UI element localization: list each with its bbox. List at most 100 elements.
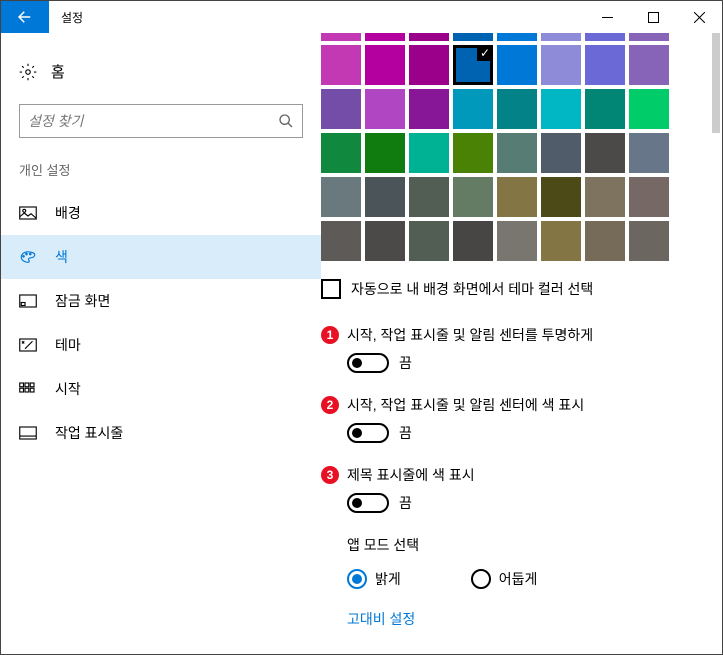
- color-swatch[interactable]: [541, 221, 581, 261]
- color-swatch[interactable]: [365, 133, 405, 173]
- sidebar-item-start[interactable]: 시작: [1, 367, 321, 411]
- titlebar: 설정: [1, 1, 722, 33]
- color-swatch[interactable]: [585, 221, 625, 261]
- color-swatch[interactable]: [453, 33, 493, 41]
- sidebar-item-label: 시작: [55, 379, 81, 399]
- home-nav[interactable]: 홈: [1, 53, 321, 90]
- search-field[interactable]: [28, 113, 278, 129]
- home-label: 홈: [51, 61, 65, 82]
- color-swatch[interactable]: [453, 177, 493, 217]
- color-swatch[interactable]: [409, 89, 449, 129]
- sidebar-item-themes[interactable]: 테마: [1, 323, 321, 367]
- color-swatch[interactable]: [365, 221, 405, 261]
- color-swatch[interactable]: [497, 133, 537, 173]
- taskbar-icon: [19, 426, 37, 440]
- sidebar-item-label: 배경: [55, 203, 81, 223]
- color-swatch[interactable]: [541, 89, 581, 129]
- color-swatch[interactable]: [409, 177, 449, 217]
- color-swatch[interactable]: [321, 177, 361, 217]
- color-swatch[interactable]: [585, 133, 625, 173]
- auto-color-checkbox[interactable]: 자동으로 내 배경 화면에서 테마 컬러 선택: [321, 279, 702, 299]
- high-contrast-link[interactable]: 고대비 설정: [347, 609, 702, 629]
- color-swatch[interactable]: [541, 33, 581, 41]
- content-area: 홈 개인 설정 배경 색 잠금 화면 테마 시작 작업 표: [1, 33, 722, 654]
- toggle-state: 끔: [399, 353, 412, 373]
- color-swatch[interactable]: [321, 33, 361, 41]
- toggle-section-0: 1 시작, 작업 표시줄 및 알림 센터를 투명하게 끔: [321, 325, 702, 373]
- color-swatch[interactable]: [541, 177, 581, 217]
- color-swatch[interactable]: [453, 45, 493, 85]
- color-swatch[interactable]: [409, 133, 449, 173]
- toggle-switch[interactable]: [347, 423, 389, 443]
- color-swatch[interactable]: [541, 45, 581, 85]
- sidebar-item-lockscreen[interactable]: 잠금 화면: [1, 279, 321, 323]
- sidebar: 홈 개인 설정 배경 색 잠금 화면 테마 시작 작업 표: [1, 33, 321, 654]
- category-label: 개인 설정: [1, 160, 321, 191]
- radio-dark[interactable]: 어둡게: [471, 569, 538, 589]
- color-swatch[interactable]: [497, 45, 537, 85]
- color-swatch[interactable]: [497, 177, 537, 217]
- maximize-icon: [648, 12, 659, 23]
- color-swatch[interactable]: [585, 33, 625, 41]
- arrow-left-icon: [16, 8, 34, 26]
- radio-label: 어둡게: [499, 569, 538, 589]
- color-swatch[interactable]: [629, 133, 669, 173]
- maximize-button[interactable]: [630, 1, 676, 33]
- color-swatch[interactable]: [365, 33, 405, 41]
- color-swatch[interactable]: [321, 45, 361, 85]
- back-button[interactable]: [1, 1, 49, 33]
- toggle-section-2: 3 제목 표시줄에 색 표시 끔: [321, 465, 702, 513]
- toggle-state: 끔: [399, 423, 412, 443]
- color-swatch[interactable]: [541, 133, 581, 173]
- color-swatch[interactable]: [453, 133, 493, 173]
- color-swatch[interactable]: [409, 45, 449, 85]
- toggle-thumb-icon: [352, 428, 362, 438]
- color-swatch[interactable]: [321, 133, 361, 173]
- scrollbar[interactable]: [712, 33, 720, 133]
- sidebar-item-colors[interactable]: 색: [1, 235, 321, 279]
- color-swatch[interactable]: [365, 45, 405, 85]
- window-controls: [584, 1, 722, 33]
- color-swatch[interactable]: [497, 89, 537, 129]
- color-swatch[interactable]: [409, 221, 449, 261]
- color-swatch[interactable]: [585, 89, 625, 129]
- color-swatch[interactable]: [409, 33, 449, 41]
- sidebar-item-label: 테마: [55, 335, 81, 355]
- search-input[interactable]: [19, 104, 303, 138]
- toggle-switch[interactable]: [347, 353, 389, 373]
- color-swatch[interactable]: [365, 177, 405, 217]
- color-swatch[interactable]: [585, 45, 625, 85]
- color-swatch[interactable]: [321, 89, 361, 129]
- color-swatch[interactable]: [629, 177, 669, 217]
- minimize-icon: [602, 12, 613, 23]
- palette-icon: [19, 250, 37, 264]
- color-swatch[interactable]: [453, 89, 493, 129]
- close-button[interactable]: [676, 1, 722, 33]
- radio-light[interactable]: 밝게: [347, 569, 401, 589]
- color-swatch[interactable]: [365, 89, 405, 129]
- lockscreen-icon: [19, 294, 37, 308]
- toggle-state: 끔: [399, 493, 412, 513]
- checkbox-label: 자동으로 내 배경 화면에서 테마 컬러 선택: [351, 279, 593, 299]
- toggle-thumb-icon: [352, 498, 362, 508]
- color-swatch[interactable]: [497, 33, 537, 41]
- color-swatch[interactable]: [629, 89, 669, 129]
- sidebar-item-background[interactable]: 배경: [1, 191, 321, 235]
- picture-icon: [19, 206, 37, 220]
- sidebar-item-label: 색: [55, 247, 68, 267]
- search-icon: [278, 113, 294, 129]
- color-swatch[interactable]: [629, 45, 669, 85]
- color-swatch[interactable]: [629, 33, 669, 41]
- color-swatch[interactable]: [629, 221, 669, 261]
- sidebar-item-taskbar[interactable]: 작업 표시줄: [1, 411, 321, 455]
- color-swatch[interactable]: [321, 221, 361, 261]
- checkbox-icon: [321, 279, 341, 299]
- app-mode-radio-group: 밝게 어둡게: [347, 569, 702, 589]
- toggle-switch[interactable]: [347, 493, 389, 513]
- color-swatch[interactable]: [585, 177, 625, 217]
- radio-label: 밝게: [375, 569, 401, 589]
- minimize-button[interactable]: [584, 1, 630, 33]
- color-swatch[interactable]: [453, 221, 493, 261]
- toggle-thumb-icon: [352, 358, 362, 368]
- color-swatch[interactable]: [497, 221, 537, 261]
